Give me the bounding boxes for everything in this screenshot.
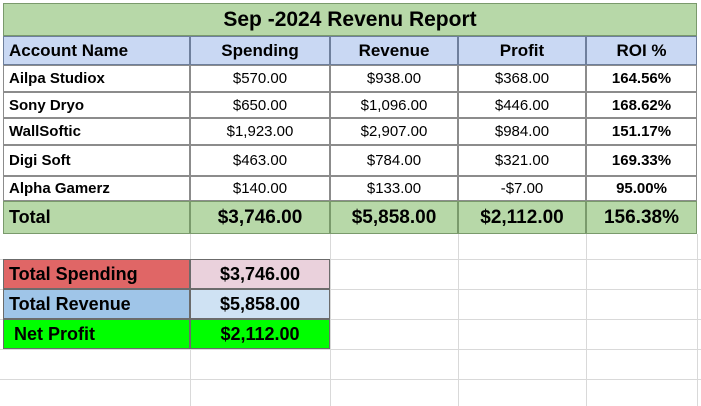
header-profit[interactable]: Profit (458, 36, 586, 65)
header-account-name[interactable]: Account Name (3, 36, 190, 65)
cell-revenue[interactable]: $133.00 (330, 176, 458, 201)
cell-spending[interactable]: $1,923.00 (190, 118, 330, 145)
cell-roi[interactable]: 95.00% (586, 176, 697, 201)
cell-profit[interactable]: $984.00 (458, 118, 586, 145)
cell-revenue[interactable]: $1,096.00 (330, 92, 458, 118)
summary-net-profit-label[interactable]: Net Profit (3, 319, 190, 349)
cell-profit[interactable]: -$7.00 (458, 176, 586, 201)
cell-roi[interactable]: 169.33% (586, 145, 697, 176)
cell-account[interactable]: Sony Dryo (3, 92, 190, 118)
cell-spending[interactable]: $463.00 (190, 145, 330, 176)
summary-total-revenue-label[interactable]: Total Revenue (3, 289, 190, 319)
cell-account[interactable]: Digi Soft (3, 145, 190, 176)
summary-total-revenue-value[interactable]: $5,858.00 (190, 289, 330, 319)
cell-revenue[interactable]: $2,907.00 (330, 118, 458, 145)
gridline (0, 349, 701, 350)
cell-account[interactable]: Alpha Gamerz (3, 176, 190, 201)
total-roi[interactable]: 156.38% (586, 201, 697, 234)
cell-roi[interactable]: 151.17% (586, 118, 697, 145)
summary-total-spending-value[interactable]: $3,746.00 (190, 259, 330, 289)
gridline (0, 379, 701, 380)
cell-profit[interactable]: $321.00 (458, 145, 586, 176)
report-title[interactable]: Sep -2024 Revenu Report (3, 3, 697, 36)
cell-spending[interactable]: $570.00 (190, 65, 330, 92)
cell-spending[interactable]: $140.00 (190, 176, 330, 201)
cell-profit[interactable]: $368.00 (458, 65, 586, 92)
cell-account[interactable]: WallSoftic (3, 118, 190, 145)
cell-roi[interactable]: 168.62% (586, 92, 697, 118)
cell-spending[interactable]: $650.00 (190, 92, 330, 118)
total-spending[interactable]: $3,746.00 (190, 201, 330, 234)
header-roi[interactable]: ROI % (586, 36, 697, 65)
summary-total-spending-label[interactable]: Total Spending (3, 259, 190, 289)
cell-revenue[interactable]: $938.00 (330, 65, 458, 92)
summary-net-profit-value[interactable]: $2,112.00 (190, 319, 330, 349)
total-revenue[interactable]: $5,858.00 (330, 201, 458, 234)
spreadsheet: Sep -2024 Revenu Report Account Name Spe… (0, 0, 701, 406)
cell-profit[interactable]: $446.00 (458, 92, 586, 118)
cell-account[interactable]: Ailpa Studiox (3, 65, 190, 92)
header-revenue[interactable]: Revenue (330, 36, 458, 65)
total-label[interactable]: Total (3, 201, 190, 234)
total-profit[interactable]: $2,112.00 (458, 201, 586, 234)
header-spending[interactable]: Spending (190, 36, 330, 65)
cell-revenue[interactable]: $784.00 (330, 145, 458, 176)
cell-roi[interactable]: 164.56% (586, 65, 697, 92)
